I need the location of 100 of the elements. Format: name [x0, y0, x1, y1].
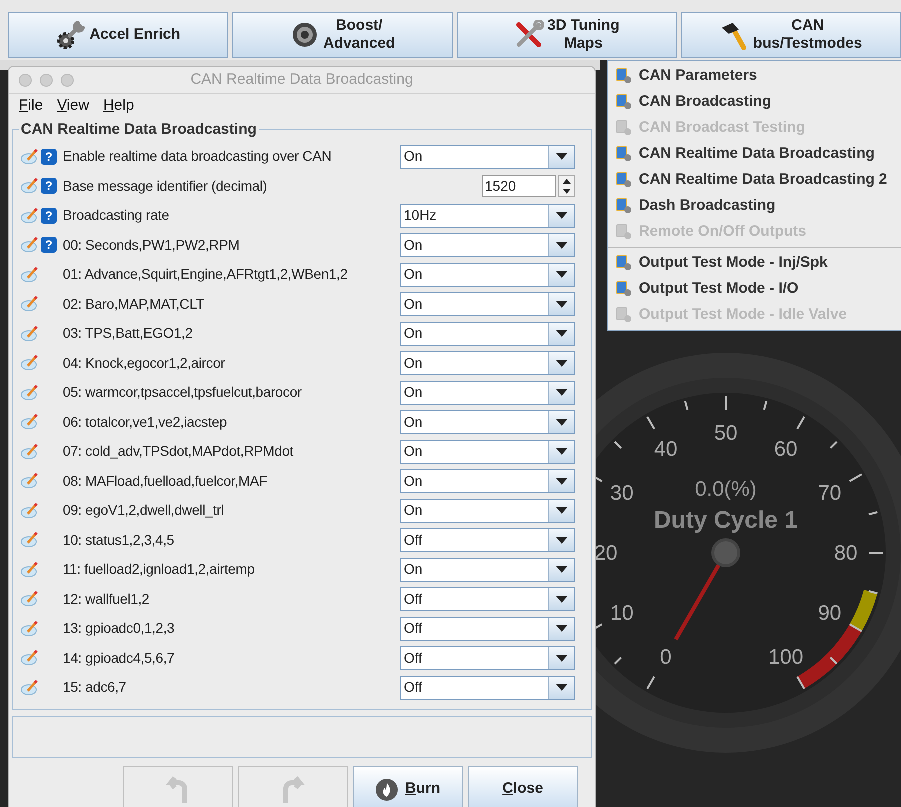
edit-note-icon[interactable]	[21, 444, 39, 460]
flame-icon	[375, 778, 400, 802]
setting-label: Base message identifier (decimal)	[63, 176, 268, 196]
document-gear-icon	[615, 145, 633, 163]
document-gear-icon	[615, 306, 633, 324]
menu-bar-item[interactable]: Help	[103, 95, 134, 118]
edit-note-icon[interactable]	[21, 266, 39, 283]
gauge-scale-label: 80	[834, 542, 858, 565]
dropdown[interactable]: Off	[400, 676, 575, 700]
caret-icon	[556, 212, 568, 220]
edit-note-icon[interactable]	[21, 562, 39, 578]
setting-label: 02: Baro,MAP,MAT,CLT	[63, 294, 204, 314]
menu-item[interactable]: Output Test Mode - I/O	[608, 276, 901, 302]
menu-item[interactable]: CAN Realtime Data Broadcasting	[608, 141, 901, 167]
dropdown[interactable]: On	[400, 410, 575, 434]
caret-icon	[556, 507, 568, 514]
toolbar-button[interactable]: Accel Enrich	[8, 12, 228, 58]
gauge-scale-label: 0	[660, 646, 672, 669]
burn-button[interactable]: Burn	[353, 766, 463, 807]
dropdown[interactable]: On	[400, 558, 575, 582]
dropdown[interactable]: On	[400, 144, 575, 169]
menu-item[interactable]: CAN Broadcasting	[608, 89, 901, 115]
toolbar-button[interactable]: CAN bus/Testmodes	[680, 12, 901, 58]
edit-note-icon[interactable]	[21, 532, 39, 548]
gauge-scale-label: 50	[714, 422, 738, 445]
setting-label: 05: warmcor,tpsaccel,tpsfuelcut,barocor	[63, 383, 302, 402]
setting-label: 15: adc6,7	[63, 678, 126, 698]
setting-label: 01: Advance,Squirt,Engine,AFRtgt1,2,WBen1,2	[63, 265, 348, 284]
caret-icon	[556, 684, 568, 692]
gauge-scale-label: 10	[610, 602, 634, 625]
dropdown[interactable]: Off	[400, 646, 575, 670]
edit-note-icon[interactable]	[21, 208, 39, 224]
menu-bar-item[interactable]: View	[57, 95, 90, 118]
edit-note-icon[interactable]	[21, 414, 39, 430]
gauge-scale-label: 100	[768, 646, 804, 669]
close-button[interactable]: Close	[468, 766, 578, 807]
help-icon[interactable]: ?	[41, 237, 57, 254]
edit-note-icon[interactable]	[21, 296, 39, 312]
edit-note-icon[interactable]	[21, 326, 39, 342]
edit-note-icon[interactable]	[21, 680, 39, 696]
menu-item[interactable]: Output Test Mode - Inj/Spk	[608, 250, 901, 276]
dropdown[interactable]: On	[400, 440, 575, 464]
edit-note-icon[interactable]	[21, 591, 39, 608]
edit-note-icon[interactable]	[21, 620, 39, 637]
menu-item[interactable]: Dash Broadcasting	[608, 193, 901, 219]
help-icon[interactable]: ?	[41, 148, 57, 165]
menu-item[interactable]: CAN Parameters	[608, 63, 901, 89]
document-gear-icon	[615, 197, 633, 215]
setting-label: 11: fuelload2,ignload1,2,airtemp	[63, 560, 255, 580]
menu-item[interactable]: CAN Realtime Data Broadcasting 2	[608, 167, 901, 193]
spinner-arrows[interactable]	[558, 175, 575, 198]
number-field[interactable]: 1520	[482, 175, 556, 198]
document-gear-icon	[615, 67, 633, 85]
dropdown[interactable]: Off	[400, 587, 575, 612]
wrench-gear-icon	[56, 20, 86, 50]
toolbar-button[interactable]: 3D Tuning Maps	[456, 12, 677, 58]
help-icon[interactable]: ?	[41, 208, 57, 224]
dropdown[interactable]: On	[400, 233, 575, 258]
edit-note-icon[interactable]	[21, 178, 39, 194]
edit-note-icon[interactable]	[21, 355, 39, 372]
edit-note-icon[interactable]	[21, 148, 39, 165]
caret-icon	[556, 654, 568, 662]
dropdown[interactable]: On	[400, 498, 575, 523]
dropdown[interactable]: On	[400, 351, 575, 376]
dropdown[interactable]: On	[400, 322, 575, 346]
setting-label: Enable realtime data broadcasting over CAN	[63, 147, 332, 166]
dropdown[interactable]: On	[400, 262, 575, 287]
edit-note-icon[interactable]	[21, 473, 39, 490]
document-gear-icon	[615, 223, 633, 241]
caret-icon	[556, 242, 568, 249]
caret-icon	[556, 566, 568, 574]
setting-label: 14: gpioadc4,5,6,7	[63, 648, 175, 668]
wrench-screwdriver-icon	[514, 20, 544, 50]
dropdown[interactable]: Off	[400, 616, 575, 641]
caret-icon	[556, 625, 568, 632]
gauge-reading: 0.0(%)	[695, 478, 757, 501]
window-control-icon[interactable]	[61, 74, 74, 86]
caret-icon	[556, 418, 568, 426]
document-gear-icon	[615, 171, 633, 189]
gauge-scale-label: 40	[654, 438, 678, 462]
setting-label: 08: MAFload,fuelload,fuelcor,MAF	[63, 472, 268, 491]
dropdown[interactable]: 10Hz	[400, 204, 575, 228]
caret-icon	[556, 478, 568, 485]
edit-note-icon[interactable]	[21, 650, 39, 666]
window-control-icon[interactable]	[19, 74, 32, 86]
dropdown[interactable]: On	[400, 380, 575, 405]
setting-label: 06: totalcor,ve1,ve2,iacstep	[63, 412, 228, 432]
gauge-scale-label: 90	[818, 602, 842, 625]
toolbar-button[interactable]: Boost/ Advanced	[232, 12, 452, 58]
caret-icon	[556, 536, 568, 544]
window-control-icon[interactable]	[40, 74, 53, 86]
dropdown[interactable]: On	[400, 469, 575, 494]
edit-note-icon[interactable]	[21, 237, 39, 254]
menu-bar-item[interactable]: File	[19, 95, 44, 118]
edit-note-icon[interactable]	[21, 384, 39, 401]
setting-label: 10: status1,2,3,4,5	[63, 530, 174, 550]
edit-note-icon[interactable]	[21, 502, 39, 519]
help-icon[interactable]: ?	[41, 178, 57, 194]
dropdown[interactable]: On	[400, 292, 575, 316]
dropdown[interactable]: Off	[400, 528, 575, 552]
